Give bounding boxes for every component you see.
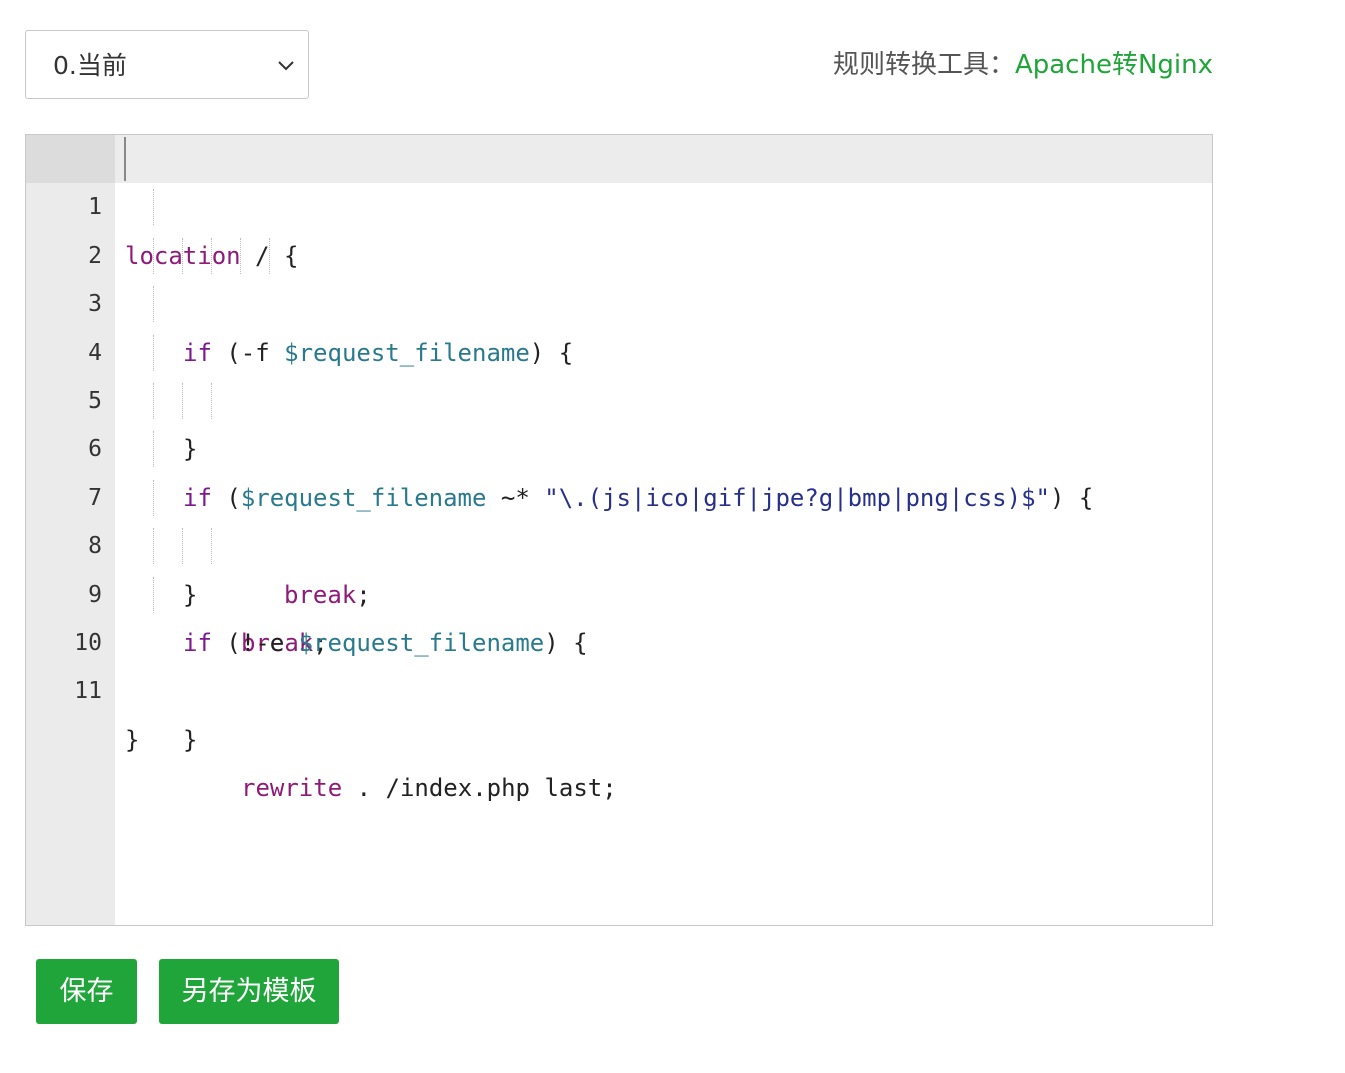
code-line[interactable]: 6 break; (26, 377, 1212, 657)
version-select-value: 0.当前 (53, 51, 127, 80)
indent-guide (153, 576, 154, 613)
code-token: } (125, 725, 140, 754)
code-line[interactable]: 4 } (26, 280, 1212, 463)
code-content: } (183, 716, 197, 764)
rule-convert-tool: 规则转换工具：Apache转Nginx (833, 44, 1213, 81)
apache-to-nginx-link[interactable]: Apache转Nginx (1015, 50, 1213, 80)
code-line[interactable]: 2 if (-f $request_filename) { (26, 183, 1212, 367)
indent-guide (211, 237, 212, 274)
save-button[interactable]: 保存 (36, 959, 137, 1024)
code-content: } (125, 716, 139, 764)
indent-guide (240, 237, 241, 274)
code-token: rewrite (241, 774, 343, 803)
chevron-down-icon (278, 61, 294, 71)
code-line[interactable]: 3 break; (26, 232, 1212, 609)
code-token: } (183, 725, 198, 754)
code-line[interactable]: 5 if ($request_filename ~* "\.(js|ico|gi… (26, 329, 1212, 512)
line-number: 11 (74, 678, 102, 705)
indent-guide (153, 382, 154, 419)
code-line[interactable]: 10 } (26, 571, 1212, 754)
indent-guide (153, 479, 154, 516)
code-line[interactable]: 8 if (!-e $request_filename) { (26, 474, 1212, 657)
indent-guide (153, 431, 154, 468)
indent-guide (153, 334, 154, 371)
indent-guide (211, 528, 212, 565)
indent-guide (211, 382, 212, 419)
indent-guide (153, 528, 154, 565)
code-content: rewrite . /index.php last; (241, 764, 617, 812)
indent-guide (182, 382, 183, 419)
rule-convert-label: 规则转换工具： (832, 50, 1015, 80)
code-editor[interactable]: 1 location / { 2 if (-f $request_filenam… (25, 134, 1213, 926)
code-line[interactable]: 11 } (26, 619, 1212, 753)
indent-guide (269, 237, 270, 274)
indent-guide (153, 189, 154, 226)
indent-guide (153, 286, 154, 323)
code-token: . /index.php last; (342, 774, 617, 803)
indent-guide (182, 237, 183, 274)
code-line[interactable]: 1 location / { (26, 135, 1212, 270)
code-line[interactable]: 7 } (26, 425, 1212, 609)
text-cursor (124, 137, 126, 181)
indent-guide (182, 528, 183, 565)
version-select[interactable]: 0.当前 (25, 30, 309, 99)
code-line[interactable]: 9 rewrite . /index.php last; (26, 522, 1212, 802)
indent-guide (153, 237, 154, 274)
save-as-template-button[interactable]: 另存为模板 (159, 959, 339, 1024)
